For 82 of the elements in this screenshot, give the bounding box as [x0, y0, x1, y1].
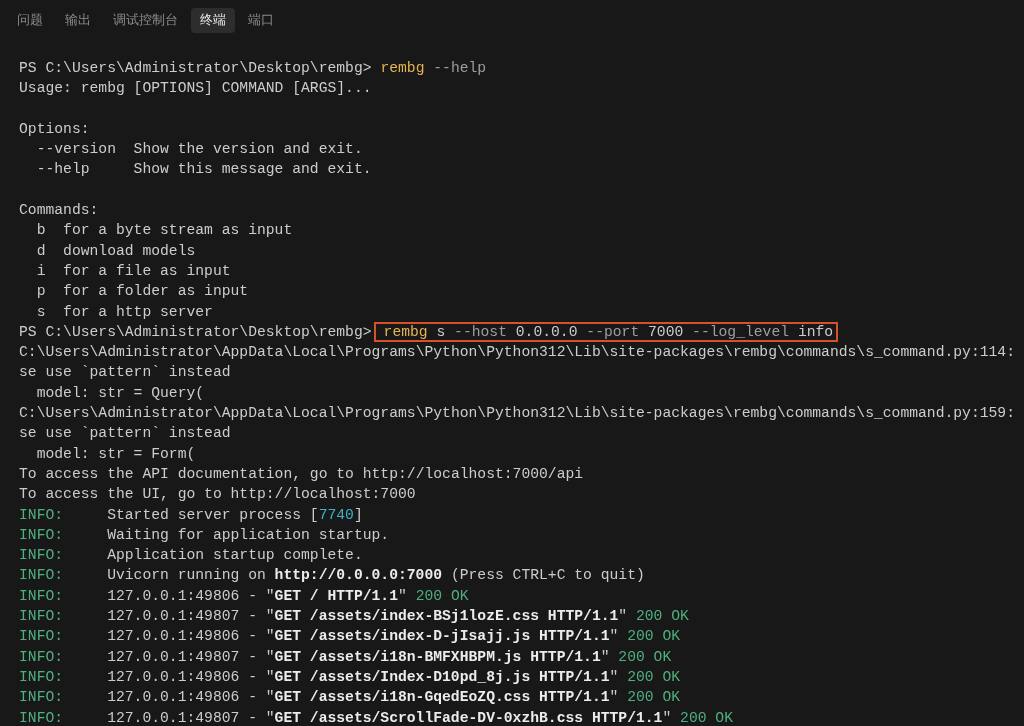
output-line: se use `pattern` instead — [19, 364, 231, 381]
output-line: b for a byte stream as input — [35, 222, 293, 239]
bold-text: GET /assets/Index-D10pd_8j.js HTTP/1.1 — [274, 668, 610, 685]
output-line: Commands: — [19, 202, 99, 219]
command-text: rembg — [379, 60, 425, 76]
output-line: d download models — [35, 242, 196, 259]
output-text: Uvicorn running on — [107, 567, 266, 584]
status-text: 200 OK — [679, 709, 733, 726]
status-text: 200 OK — [635, 608, 689, 624]
output-text: info — [796, 323, 834, 340]
output-text: Waiting for application startup. — [107, 526, 390, 543]
output-text: " — [609, 689, 619, 706]
output-text: 127.0.0.1:49806 - " — [107, 587, 275, 604]
log-level: INFO: — [19, 667, 65, 687]
output-text: (Press CTRL+C to quit) — [449, 567, 645, 584]
process-id: 7740 — [318, 506, 354, 523]
panel-tab[interactable]: 调试控制台 — [104, 7, 187, 33]
output-line: p for a folder as input — [35, 283, 249, 300]
status-text: 200 OK — [626, 689, 681, 706]
output-line: model: str = Query( — [35, 384, 205, 401]
output-text: 127.0.0.1:49807 - " — [107, 709, 275, 726]
panel-tab[interactable]: 端口 — [239, 7, 283, 33]
output-text: " — [600, 648, 610, 665]
output-text: 127.0.0.1:49806 - " — [107, 668, 275, 685]
log-level: INFO: — [19, 688, 65, 708]
bold-text: GET /assets/i18n-BMFXHBPM.js HTTP/1.1 — [274, 648, 601, 665]
output-line: --help Show this message and exit. — [35, 161, 372, 178]
output-line: Options: — [19, 120, 90, 137]
option-text: --log_level — [691, 323, 790, 340]
output-text: 127.0.0.1:49807 - " — [107, 608, 275, 624]
output-text: 0.0.0.0 — [514, 323, 578, 340]
bold-text: GET /assets/i18n-GqedEoZQ.css HTTP/1.1 — [274, 689, 610, 706]
output-line: Usage: rembg [OPTIONS] COMMAND [ARGS]... — [19, 80, 372, 97]
status-text: 200 OK — [617, 648, 672, 665]
output-text: 7000 — [647, 323, 684, 340]
bold-text: GET /assets/index-BSj1lozE.css HTTP/1.1 — [274, 608, 619, 624]
option-text: --host — [453, 323, 507, 340]
log-level: INFO: — [19, 708, 65, 726]
log-level: INFO: — [19, 525, 65, 545]
output-text: Started server process [ — [107, 506, 319, 523]
output-text: " — [398, 587, 407, 604]
log-level: INFO: — [19, 627, 65, 647]
output-line: To access the UI, go to http://localhost:7000 — [19, 486, 416, 503]
log-level: INFO: — [19, 586, 65, 606]
status-text: 200 OK — [626, 668, 681, 685]
output-text: 127.0.0.1:49807 - " — [107, 648, 275, 665]
output-line: To access the API documentation, go to http://localhost:7000/api — [19, 465, 584, 482]
log-level: INFO: — [19, 505, 65, 525]
output-text: " — [609, 628, 619, 645]
status-text: 200 OK — [626, 628, 681, 645]
option-text: --help — [432, 60, 487, 76]
output-line: C:\Users\Administrator\AppData\Local\Programs\Python\Python312\Lib\site-packages\rembg\commands\s_command.py:159: — [19, 405, 1015, 422]
output-text: 127.0.0.1:49806 - " — [107, 689, 275, 706]
output-text: s — [435, 323, 446, 340]
log-level: INFO: — [19, 546, 65, 566]
panel-tab[interactable]: 输出 — [56, 7, 100, 33]
output-line: --version Show the version and exit. — [35, 141, 363, 158]
panel-tab[interactable]: 终端 — [191, 7, 235, 33]
bold-text: http://0.0.0.0:7000 — [273, 567, 443, 584]
log-level: INFO: — [19, 607, 65, 626]
output-line: C:\Users\Administrator\AppData\Local\Programs\Python\Python312\Lib\site-packages\rembg\commands\s_command.py:114: — [19, 344, 1015, 361]
output-text: 127.0.0.1:49806 - " — [107, 628, 275, 645]
output-text: Application startup complete. — [107, 547, 363, 564]
log-level: INFO: — [19, 566, 65, 586]
prompt-text: PS C:\Users\Administrator\Desktop\rembg> — [19, 323, 372, 340]
output-text: " — [662, 709, 672, 726]
bold-text: GET / HTTP/1.1 — [274, 587, 398, 604]
command-text: rembg — [383, 323, 428, 340]
option-text: --port — [585, 323, 640, 340]
output-text: " — [609, 668, 619, 685]
output-text: " — [618, 608, 628, 624]
status-text: 200 OK — [414, 587, 469, 604]
log-level: INFO: — [19, 647, 65, 667]
output-line: model: str = Form( — [35, 445, 196, 462]
output-line: i for a file as input — [35, 262, 231, 279]
prompt-text: PS C:\Users\Administrator\Desktop\rembg> — [19, 60, 372, 76]
bold-text: GET /assets/index-D-jIsajj.js HTTP/1.1 — [274, 628, 610, 645]
panel-tab[interactable]: 问题 — [8, 7, 52, 33]
output-text: ] — [353, 506, 363, 523]
bold-text: GET /assets/ScrollFade-DV-0xzhB.css HTTP/1.1 — [274, 709, 663, 726]
output-line: s for a http server — [35, 303, 213, 320]
output-line: se use `pattern` instead — [19, 425, 231, 442]
